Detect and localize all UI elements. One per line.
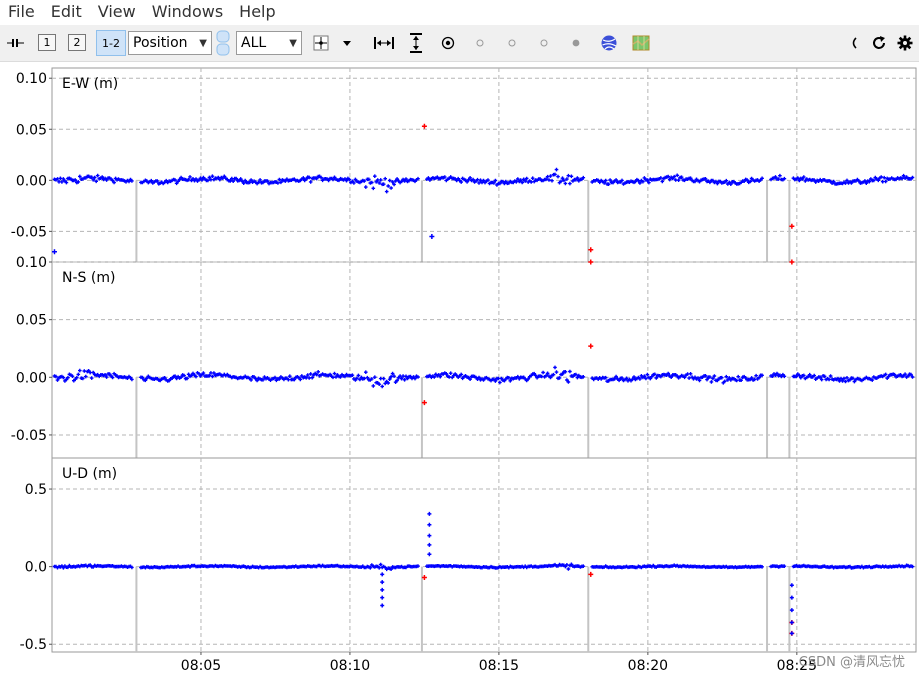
solution-2-icon[interactable]	[502, 31, 522, 55]
x-tick-label: 08:20	[628, 658, 668, 674]
toolbar: 1 2 1-2 Position ▼ ALL ▼	[0, 25, 919, 62]
fit-vertical-icon[interactable]	[404, 31, 428, 55]
y-tick-label: -0.05	[11, 224, 47, 240]
y-tick-label: 0.05	[16, 122, 47, 138]
plot-area[interactable]: 0.10 0.05 0.00 -0.05 E-W (m) 0.10 0.05 0.00 -0.0…	[0, 62, 919, 677]
center-icon[interactable]	[310, 31, 332, 55]
back-icon[interactable]	[844, 31, 864, 55]
y-tick-label: -0.5	[20, 637, 47, 653]
satellite-filter-select[interactable]: ALL ▼	[236, 31, 302, 55]
dropdown-icon[interactable]	[336, 31, 358, 55]
position-chart[interactable]: 0.10 0.05 0.00 -0.05 E-W (m) 0.10 0.05 0.00 -0.0…	[0, 62, 919, 677]
satellite-filter-value: ALL	[241, 35, 267, 51]
settings-icon[interactable]	[894, 31, 916, 55]
chevron-down-icon: ▼	[289, 37, 297, 49]
y-tick-label: 0.00	[16, 173, 47, 189]
watermark: CSDN @清风忘忧	[798, 655, 905, 670]
menu-file[interactable]: File	[0, 0, 43, 24]
solution-1-icon[interactable]	[470, 31, 490, 55]
plot-2-button[interactable]: 2	[68, 34, 86, 51]
panel-ylabel: U-D (m)	[62, 466, 117, 482]
y-tick-label: 0.05	[16, 313, 47, 329]
split-icon[interactable]	[4, 31, 28, 55]
plot-1-2-button[interactable]: 1-2	[96, 30, 126, 56]
y-tick-label: -0.05	[11, 428, 47, 444]
chevron-down-icon: ▼	[199, 37, 207, 49]
plot-type-value: Position	[133, 35, 188, 51]
y-tick-label: 0.10	[16, 255, 47, 271]
solution-4-icon[interactable]	[566, 31, 586, 55]
menu-view[interactable]: View	[90, 0, 144, 24]
toggle-bar-icon[interactable]	[216, 30, 230, 56]
plot-type-select[interactable]: Position ▼	[128, 31, 212, 55]
panel-frame	[51, 261, 917, 459]
x-tick-label: 08:15	[479, 658, 519, 674]
panel-frame	[51, 457, 917, 653]
menu-help[interactable]: Help	[231, 0, 283, 24]
x-tick-label: 08:05	[181, 658, 221, 674]
y-tick-label: 0.5	[25, 482, 47, 498]
y-tick-label: 0.0	[25, 560, 47, 576]
reload-icon[interactable]	[868, 31, 890, 55]
fit-horizontal-icon[interactable]	[372, 31, 396, 55]
x-tick-label: 08:10	[330, 658, 370, 674]
solution-3-icon[interactable]	[534, 31, 554, 55]
menu-bar: File Edit View Windows Help	[0, 0, 919, 24]
globe-icon[interactable]	[598, 31, 620, 55]
show-origin-icon[interactable]	[438, 31, 458, 55]
panel-ylabel: E-W (m)	[62, 76, 118, 92]
menu-edit[interactable]: Edit	[43, 0, 90, 24]
panel-ylabel: N-S (m)	[62, 270, 115, 286]
panel-frame	[51, 67, 917, 263]
plot-1-button[interactable]: 1	[38, 34, 56, 51]
y-tick-label: 0.10	[16, 71, 47, 87]
y-tick-label: 0.00	[16, 370, 47, 386]
menu-windows[interactable]: Windows	[144, 0, 231, 24]
map-icon[interactable]	[630, 31, 652, 55]
